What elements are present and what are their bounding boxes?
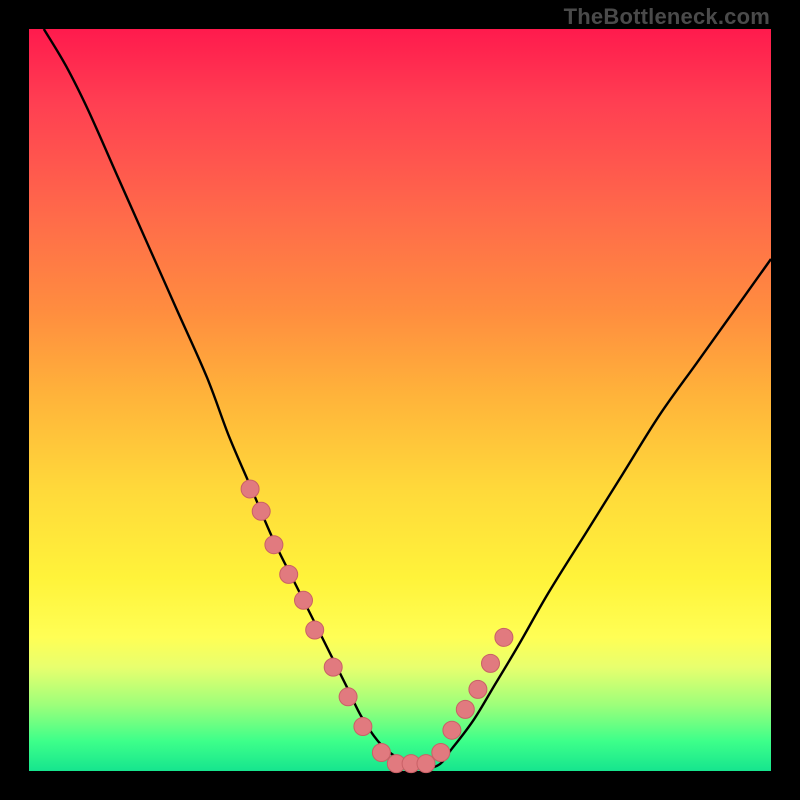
marker-point — [372, 744, 390, 762]
marker-point — [432, 744, 450, 762]
marker-point — [482, 654, 500, 672]
marker-point — [469, 680, 487, 698]
chart-frame: TheBottleneck.com — [0, 0, 800, 800]
chart-svg — [29, 29, 771, 771]
marker-point — [295, 591, 313, 609]
plot-area — [29, 29, 771, 771]
marker-point — [324, 658, 342, 676]
marker-point — [443, 721, 461, 739]
watermark-text: TheBottleneck.com — [564, 4, 770, 30]
marker-point — [354, 718, 372, 736]
marker-point — [265, 536, 283, 554]
marker-point — [495, 628, 513, 646]
marker-point — [280, 565, 298, 583]
bottleneck-curve — [44, 29, 771, 768]
marker-point — [339, 688, 357, 706]
marker-point — [456, 700, 474, 718]
marker-group — [241, 480, 513, 773]
marker-point — [241, 480, 259, 498]
marker-point — [306, 621, 324, 639]
marker-point — [252, 502, 270, 520]
marker-point — [417, 755, 435, 773]
